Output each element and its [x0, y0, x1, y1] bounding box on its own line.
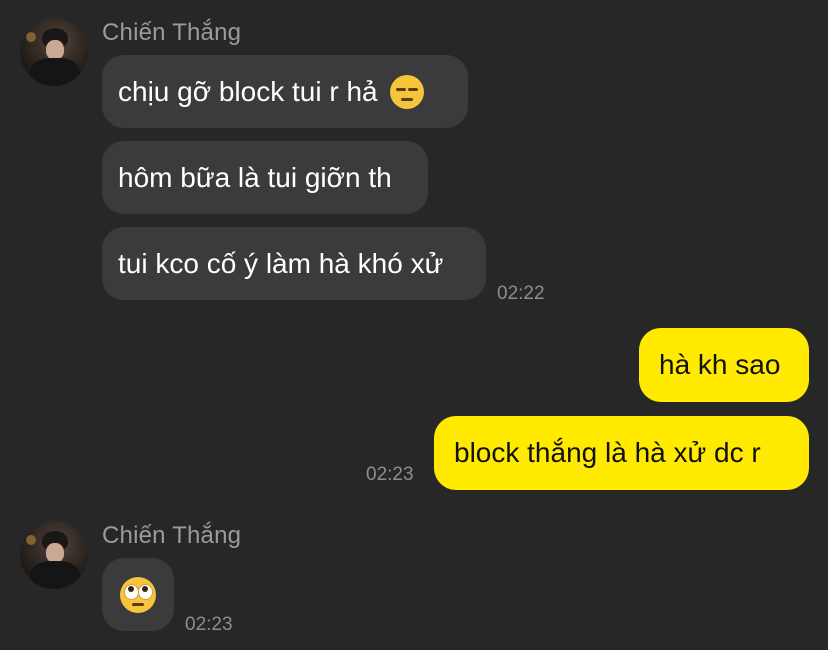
- pensive-face-icon: [389, 74, 424, 109]
- message-timestamp: 02:22: [497, 283, 545, 304]
- message-text: tui kco cố ý làm hà khó xử: [118, 247, 444, 279]
- face-with-rolling-eyes-icon: [120, 576, 156, 613]
- sender-avatar[interactable]: [20, 521, 88, 589]
- message-text: chịu gỡ block tui r hả: [118, 75, 378, 107]
- message-bubble-outgoing[interactable]: hà kh sao: [639, 328, 809, 402]
- message-timestamp: 02:23: [185, 614, 233, 635]
- sender-avatar[interactable]: [20, 18, 88, 86]
- avatar-face: [46, 543, 64, 563]
- message-bubble[interactable]: [102, 558, 174, 631]
- avatar-coat: [30, 561, 80, 589]
- message-text: block thắng là hà xử dc r: [454, 437, 761, 468]
- sender-name: Chiến Thắng: [102, 522, 242, 549]
- message-text: hôm bữa là tui giỡn th: [118, 161, 392, 193]
- message-text: hà kh sao: [659, 349, 781, 380]
- message-bubble[interactable]: hôm bữa là tui giỡn th: [102, 141, 428, 214]
- sender-name: Chiến Thắng: [102, 19, 242, 46]
- avatar-background-light: [26, 535, 36, 545]
- message-timestamp: 02:23: [366, 464, 414, 485]
- message-bubble[interactable]: tui kco cố ý làm hà khó xử: [102, 227, 486, 300]
- avatar-background-light: [26, 32, 36, 42]
- avatar-coat: [30, 58, 80, 86]
- message-bubble-outgoing[interactable]: block thắng là hà xử dc r: [434, 416, 809, 490]
- avatar-face: [46, 40, 64, 60]
- message-bubble[interactable]: chịu gỡ block tui r hả: [102, 55, 468, 128]
